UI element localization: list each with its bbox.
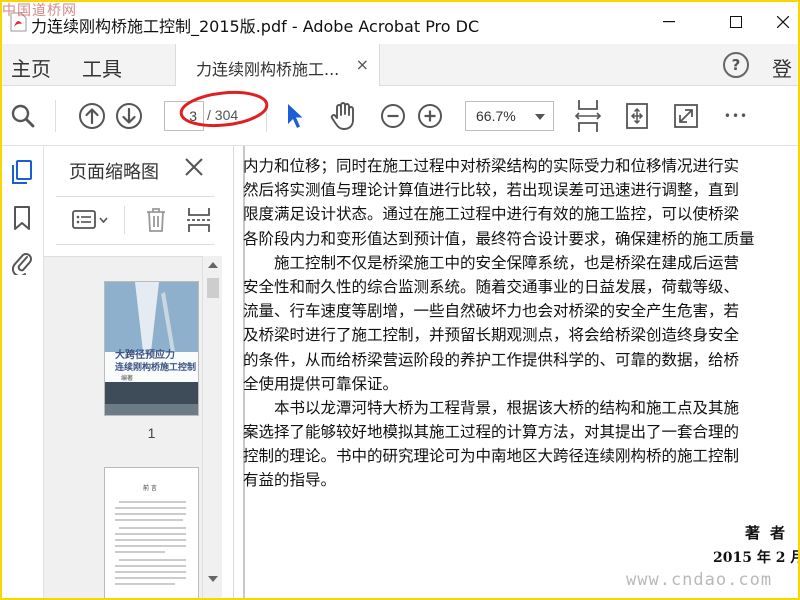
page-thumbnails-panel: 页面缩略图 大跨径预应力 连续刚构桥施工控制 编著 1 前 言 <box>44 146 233 600</box>
paperclip-icon <box>11 253 32 275</box>
cover-title-line2: 连续刚构桥施工控制 <box>115 361 196 373</box>
options-menu-icon <box>72 210 108 229</box>
document-line: 及桥梁时进行了施工控制，并预留长期观测点，将会给桥梁创造终身安全 <box>243 326 740 345</box>
select-tool-button[interactable] <box>281 100 309 132</box>
bookmarks-button[interactable] <box>8 204 36 232</box>
page-thumbnail-1[interactable]: 大跨径预应力 连续刚构桥施工控制 编著 <box>104 281 199 416</box>
fit-page-icon <box>626 103 648 129</box>
close-window-button[interactable] <box>760 0 800 44</box>
arrow-up-circle-icon <box>79 103 105 129</box>
document-line: 施工控制不仅是桥梁施工中的安全保障系统，也是桥梁在建成后运营 <box>274 253 740 272</box>
next-page-button[interactable] <box>114 101 144 131</box>
close-panel-button[interactable] <box>182 155 206 179</box>
toolbar: 3 / 304 66.7% ••• <box>0 86 800 146</box>
page-thumbnails-icon <box>12 160 32 184</box>
panel-title: 页面缩略图 <box>69 162 159 183</box>
insert-page-button[interactable] <box>184 204 214 236</box>
search-icon <box>11 104 35 128</box>
minimize-button[interactable] <box>646 0 692 44</box>
document-line: 流量、行车速度等剧增，一些自然破坏力也会对桥梁的安全产生危害，若 <box>243 302 740 321</box>
scrollbar-thumb[interactable] <box>207 278 219 298</box>
preface-author: 著者 <box>745 524 796 542</box>
toolbar-separator <box>55 100 56 132</box>
attachments-button[interactable] <box>8 248 36 276</box>
preface-date: 2015 年 2 月 <box>713 550 800 566</box>
thumbnail-page-number: 1 <box>147 425 156 441</box>
document-body-text: 内力和位移；同时在施工过程中对桥梁结构的实际受力和位移情况进行实 然后将实测值与理… <box>243 154 800 493</box>
document-line: 的条件，从而给桥梁营运阶段的养护工作提供科学的、可靠的数据，给桥 <box>243 350 740 369</box>
thumbnail-scrollbar[interactable] <box>202 256 222 600</box>
tab-bar: 主页 工具 力连续刚构桥施工... × ? 登 <box>0 44 800 86</box>
watermark-bottom: www.cndao.com <box>626 570 773 590</box>
page-number-input[interactable]: 3 <box>164 101 204 131</box>
hand-tool-button[interactable] <box>327 100 359 132</box>
scroll-up-icon[interactable] <box>208 262 218 268</box>
full-screen-icon <box>674 104 698 128</box>
page-thumbnail-2[interactable]: 前 言 <box>104 467 199 600</box>
page-thumbnails-button[interactable] <box>8 158 36 186</box>
full-screen-button[interactable] <box>671 101 701 131</box>
title-bar: 力连续刚构桥施工控制_2015版.pdf - Adobe Acrobat Pro… <box>0 0 800 44</box>
cover-author: 编著 <box>121 374 133 382</box>
previous-page-button[interactable] <box>77 101 107 131</box>
cursor-arrow-icon <box>288 104 303 128</box>
hand-icon <box>330 102 354 130</box>
panel-separator <box>124 206 125 234</box>
zoom-in-button[interactable] <box>415 101 445 131</box>
trash-icon <box>147 208 165 232</box>
fit-width-icon <box>575 100 601 132</box>
page-preview-image: 前 言 <box>105 468 198 600</box>
document-line: 各阶段内力和变形值达到预计值，最终符合设计要求，确保建桥的施工质量 <box>243 229 755 248</box>
document-line: 本书以龙潭河特大桥为工程背景，根据该大桥的结构和施工点及其施 <box>274 398 740 417</box>
sign-in-link[interactable]: 登 <box>772 53 792 82</box>
chevron-down-icon <box>535 114 545 120</box>
divider <box>56 196 214 197</box>
zoom-level-select[interactable]: 66.7% <box>465 101 554 131</box>
close-icon <box>777 16 789 28</box>
tools-tab[interactable]: 工具 <box>82 53 122 82</box>
zoom-out-icon <box>381 104 405 128</box>
fit-page-button[interactable] <box>622 100 652 132</box>
preview-heading: 前 言 <box>143 484 157 492</box>
document-tab-label: 力连续刚构桥施工... <box>196 60 340 79</box>
divider <box>56 244 214 245</box>
delete-pages-button[interactable] <box>142 204 170 236</box>
document-line: 内力和位移；同时在施工过程中对桥梁结构的实际受力和位移情况进行实 <box>243 157 740 175</box>
close-icon <box>185 158 203 176</box>
home-tab[interactable]: 主页 <box>11 53 51 82</box>
document-line: 控制的理论。书中的研究理论可为中南地区大跨径连续刚构桥的施工控制 <box>243 447 740 466</box>
document-line: 然后将实测值与理论计算值进行比较，若出现误差可迅速进行调整，直到 <box>243 181 740 200</box>
search-button[interactable] <box>8 101 38 131</box>
maximize-button[interactable] <box>713 0 759 44</box>
page-total: / 304 <box>207 107 239 123</box>
book-cover-image: 大跨径预应力 连续刚构桥施工控制 编著 <box>105 282 198 415</box>
document-line: 安全性和耐久性的综合监测系统。随着交通事业的日益发展，荷载等级、 <box>243 277 740 296</box>
document-line: 全使用提供可靠保证。 <box>243 374 399 393</box>
thumbnail-options-button[interactable] <box>70 204 112 236</box>
maximize-icon <box>730 16 742 28</box>
document-line: 案选择了能够较好地模拟其施工过程的计算方法，对其提出了一套合理的 <box>243 423 740 442</box>
insert-page-icon <box>187 208 211 232</box>
arrow-down-circle-icon <box>116 103 142 129</box>
fit-width-button[interactable] <box>573 97 603 135</box>
navigation-rail <box>0 146 44 600</box>
document-tab-close-icon[interactable]: × <box>356 55 369 74</box>
zoom-out-button[interactable] <box>378 101 408 131</box>
more-tools-button[interactable]: ••• <box>720 101 752 131</box>
cover-title-line1: 大跨径预应力 <box>115 348 175 361</box>
document-line: 有益的指导。 <box>243 471 337 490</box>
zoom-level-value: 66.7% <box>476 108 516 124</box>
window-title: 力连续刚构桥施工控制_2015版.pdf - Adobe Acrobat Pro… <box>31 17 480 36</box>
document-tab[interactable]: 力连续刚构桥施工... × <box>175 44 380 86</box>
help-icon[interactable]: ? <box>723 52 749 78</box>
watermark-top: 中国道桥网 <box>2 3 77 19</box>
minimize-icon <box>663 21 675 23</box>
thumbnail-list[interactable]: 大跨径预应力 连续刚构桥施工控制 编著 1 前 言 <box>44 256 202 600</box>
scroll-down-icon[interactable] <box>208 576 218 582</box>
document-line: 限度满足设计状态。通过在施工过程中进行有效的施工监控，可以使桥梁 <box>243 205 740 224</box>
bookmark-icon <box>14 206 30 230</box>
zoom-in-icon <box>418 104 442 128</box>
toolbar-separator <box>266 100 267 132</box>
